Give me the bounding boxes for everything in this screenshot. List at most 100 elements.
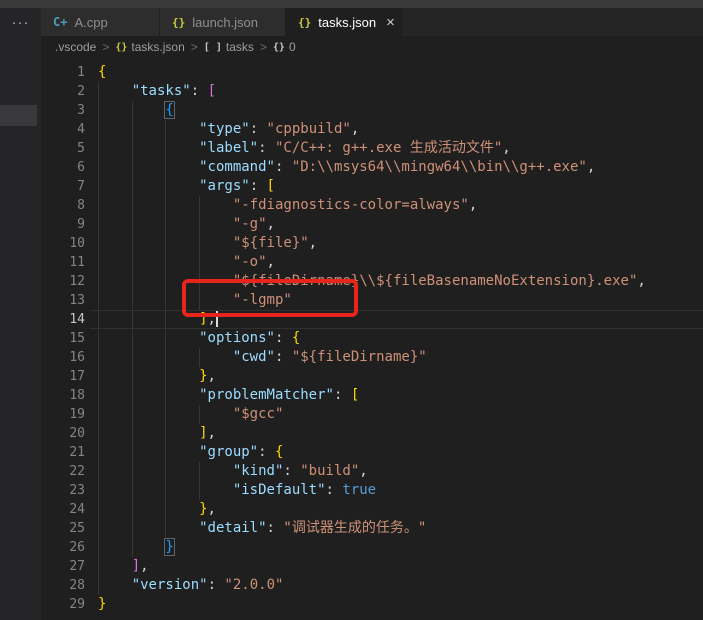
code-line[interactable]: "-o",: [98, 253, 275, 272]
indent-guide: [165, 329, 199, 348]
code-line[interactable]: "group": {: [98, 443, 283, 462]
code-line[interactable]: "-lgmp": [98, 291, 292, 310]
indent-guide: [165, 462, 199, 481]
token: ,: [267, 254, 275, 270]
line-number: 14: [41, 310, 85, 329]
token: "-fdiagnostics-color=always": [233, 197, 469, 213]
code-line[interactable]: },: [98, 367, 216, 386]
code-line[interactable]: "cwd": "${fileDirname}": [98, 348, 427, 367]
code-line[interactable]: {: [98, 63, 106, 82]
indent-guide: [98, 538, 132, 557]
token: "${fileDirname}": [292, 349, 427, 365]
code-line[interactable]: ],: [98, 424, 216, 443]
tab-label: A.cpp: [74, 15, 107, 30]
editor-group: C+A.cpp{}launch.json{}tasks.json× .vscod…: [41, 8, 703, 620]
code-row: 2"tasks": [: [41, 82, 703, 101]
line-number: 11: [41, 253, 85, 272]
code-line[interactable]: }: [98, 595, 106, 614]
token: :: [250, 121, 267, 137]
code-line[interactable]: "args": [: [98, 177, 275, 196]
code-line[interactable]: "${fileDirname}\\${fileBasenameNoExtensi…: [98, 272, 646, 291]
close-tab-icon[interactable]: ×: [386, 15, 395, 30]
breadcrumb-label: .vscode: [55, 40, 96, 54]
token: ,: [208, 368, 216, 384]
token: {: [165, 102, 173, 118]
indent-guide: [165, 139, 199, 158]
indent-guide: [199, 462, 233, 481]
token: "2.0.0": [224, 577, 283, 593]
line-number: 5: [41, 139, 85, 158]
code-line[interactable]: "label": "C/C++: g++.exe 生成活动文件",: [98, 139, 511, 158]
indent-guide: [98, 557, 132, 576]
more-actions-icon[interactable]: ···: [0, 14, 41, 31]
breadcrumb-item-tasks-json[interactable]: {}tasks.json: [115, 40, 184, 54]
code-line[interactable]: "tasks": [: [98, 82, 216, 101]
code-row: 25"detail": "调试器生成的任务。": [41, 519, 703, 538]
token: "args": [199, 178, 250, 194]
indent-guide: [165, 519, 199, 538]
indent-guide: [165, 481, 199, 500]
tab-label: tasks.json: [318, 15, 376, 30]
code-line[interactable]: "-fdiagnostics-color=always",: [98, 196, 477, 215]
code-line[interactable]: "kind": "build",: [98, 462, 368, 481]
code-line[interactable]: "${file}",: [98, 234, 317, 253]
tab-a-cpp[interactable]: C+A.cpp: [41, 8, 160, 36]
token: :: [283, 463, 300, 479]
token: "version": [132, 577, 208, 593]
token: "isDefault": [233, 482, 326, 498]
code-line[interactable]: "options": {: [98, 329, 300, 348]
indent-guide: [165, 405, 199, 424]
code-editor[interactable]: 1{2"tasks": [3{4"type": "cppbuild",5"lab…: [41, 58, 703, 620]
indent-guide: [132, 215, 166, 234]
line-number: 28: [41, 576, 85, 595]
line-number: 3: [41, 101, 85, 120]
code-line[interactable]: "type": "cppbuild",: [98, 120, 359, 139]
indent-guide: [98, 177, 132, 196]
breadcrumb-item-tasks[interactable]: [ ]tasks: [204, 40, 254, 54]
code-line[interactable]: "-g",: [98, 215, 275, 234]
breadcrumb-item-0[interactable]: {}0: [273, 40, 296, 54]
code-line[interactable]: "version": "2.0.0": [98, 576, 283, 595]
indent-guide: [165, 177, 199, 196]
indent-guide: [165, 196, 199, 215]
code-row: 9"-g",: [41, 215, 703, 234]
code-line[interactable]: }: [98, 538, 174, 557]
tab-launch-json[interactable]: {}launch.json: [160, 8, 286, 36]
code-line[interactable]: ],: [98, 310, 218, 329]
code-line[interactable]: },: [98, 500, 216, 519]
code-row: 27],: [41, 557, 703, 576]
token: :: [275, 159, 292, 175]
token: ]: [199, 425, 207, 441]
token: :: [326, 482, 343, 498]
breadcrumb-item--vscode[interactable]: .vscode: [55, 40, 96, 54]
indent-guide: [165, 291, 199, 310]
breadcrumb-label: tasks: [226, 40, 254, 54]
indent-guide: [98, 158, 132, 177]
code-row: 4"type": "cppbuild",: [41, 120, 703, 139]
token: "cwd": [233, 349, 275, 365]
token: {: [98, 64, 106, 80]
indent-guide: [98, 500, 132, 519]
code-row: 3{: [41, 101, 703, 120]
code-line[interactable]: "isDefault": true: [98, 481, 376, 500]
code-line[interactable]: "$gcc": [98, 405, 283, 424]
tab-tasks-json[interactable]: {}tasks.json×: [286, 8, 402, 36]
indent-guide: [98, 329, 132, 348]
token: "-g": [233, 216, 267, 232]
line-number: 13: [41, 291, 85, 310]
indent-guide: [98, 443, 132, 462]
code-row: 29}: [41, 595, 703, 614]
token: ,: [469, 197, 477, 213]
code-line[interactable]: "command": "D:\\msys64\\mingw64\\bin\\g+…: [98, 158, 595, 177]
code-line[interactable]: "detail": "调试器生成的任务。": [98, 519, 426, 538]
line-number: 21: [41, 443, 85, 462]
indent-guide: [132, 481, 166, 500]
code-line[interactable]: {: [98, 101, 174, 120]
code-line[interactable]: "problemMatcher": [: [98, 386, 359, 405]
indent-guide: [132, 424, 166, 443]
code-line[interactable]: ],: [98, 557, 149, 576]
code-row: 15"options": {: [41, 329, 703, 348]
token: }: [199, 501, 207, 517]
indent-guide: [132, 405, 166, 424]
code-row: 10"${file}",: [41, 234, 703, 253]
